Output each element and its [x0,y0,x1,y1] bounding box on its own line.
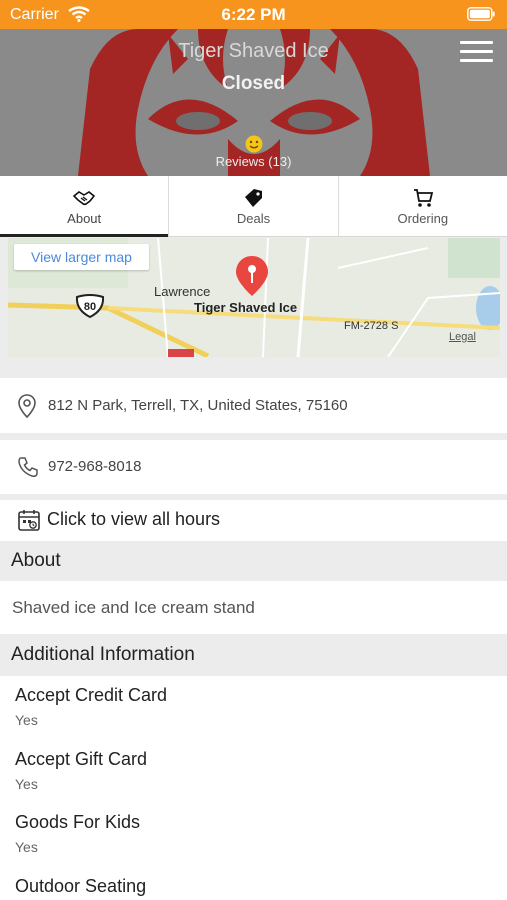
highway-shield-icon: 80 [75,294,105,318]
phone-icon [18,457,38,477]
map-road-label: FM-2728 S [344,320,399,332]
business-header: Tiger Shaved Ice Closed Reviews (13) [0,29,507,176]
tab-bar: About Deals Ordering [0,176,507,237]
map-pin-icon[interactable] [234,254,270,298]
map-legal-link[interactable]: Legal [449,331,476,343]
attribute-value: Yes [15,776,38,792]
address-text: 812 N Park, Terrell, TX, United States, … [48,397,348,414]
attribute-value: Yes [15,712,38,728]
clock: 6:22 PM [221,5,286,24]
about-section: Shaved ice and Ice cream stand [0,581,507,634]
tab-ordering[interactable]: Ordering [339,176,507,236]
status-bar: Carrier 6:22 PM [0,0,507,29]
tab-about[interactable]: About [0,176,170,237]
attribute-name: Accept Credit Card [15,685,168,705]
business-name: Tiger Shaved Ice [178,40,329,62]
map-town-label: Lawrence [154,284,211,299]
tab-deals[interactable]: Deals [169,176,339,236]
view-larger-map-button[interactable]: View larger map [14,244,149,270]
attribute-name: Outdoor Seating [15,876,147,896]
phone-row[interactable]: 972-968-8018 [0,440,507,494]
attribute-value: Yes [15,839,38,855]
smiley-icon [245,135,263,153]
hours-link[interactable]: Click to view all hours [47,509,220,530]
open-status: Closed [221,73,286,94]
attribute-item: Goods For Kids Yes [15,812,140,855]
hamburger-menu-icon[interactable] [460,41,493,63]
app-screen: Carrier 6:22 PM Tiger Shaved Ice Closed … [0,0,507,900]
location-map[interactable]: View larger map 80 Lawrence Tiger Shaved… [8,238,500,357]
tag-icon [245,189,263,207]
location-pin-icon [18,394,36,418]
attribute-item: Outdoor Seating [15,876,146,897]
attribute-name: Accept Gift Card [15,749,148,769]
tab-ordering-label: Ordering [397,211,449,226]
attribute-item: Accept Gift Card Yes [15,749,147,792]
handshake-icon [73,191,96,206]
map-place-label: Tiger Shaved Ice [194,300,298,315]
about-heading: About [0,541,507,581]
attribute-item: Accept Credit Card Yes [15,685,167,728]
additional-info-heading: Additional Information [0,634,507,676]
address-row[interactable]: 812 N Park, Terrell, TX, United States, … [0,378,507,433]
attribute-name: Goods For Kids [15,812,141,832]
tab-about-label: About [67,211,102,226]
phone-number: 972-968-8018 [48,458,142,475]
tab-deals-label: Deals [236,211,271,226]
cart-icon [413,189,433,207]
calendar-icon [18,510,40,531]
about-description: Shaved ice and Ice cream stand [12,598,255,617]
hours-row[interactable]: Click to view all hours [0,500,507,541]
additional-info-list: Accept Credit Card Yes Accept Gift Card … [0,676,507,900]
highway-number: 80 [84,301,96,313]
reviews-link[interactable]: Reviews (13) [0,154,507,169]
battery-icon [467,7,495,21]
